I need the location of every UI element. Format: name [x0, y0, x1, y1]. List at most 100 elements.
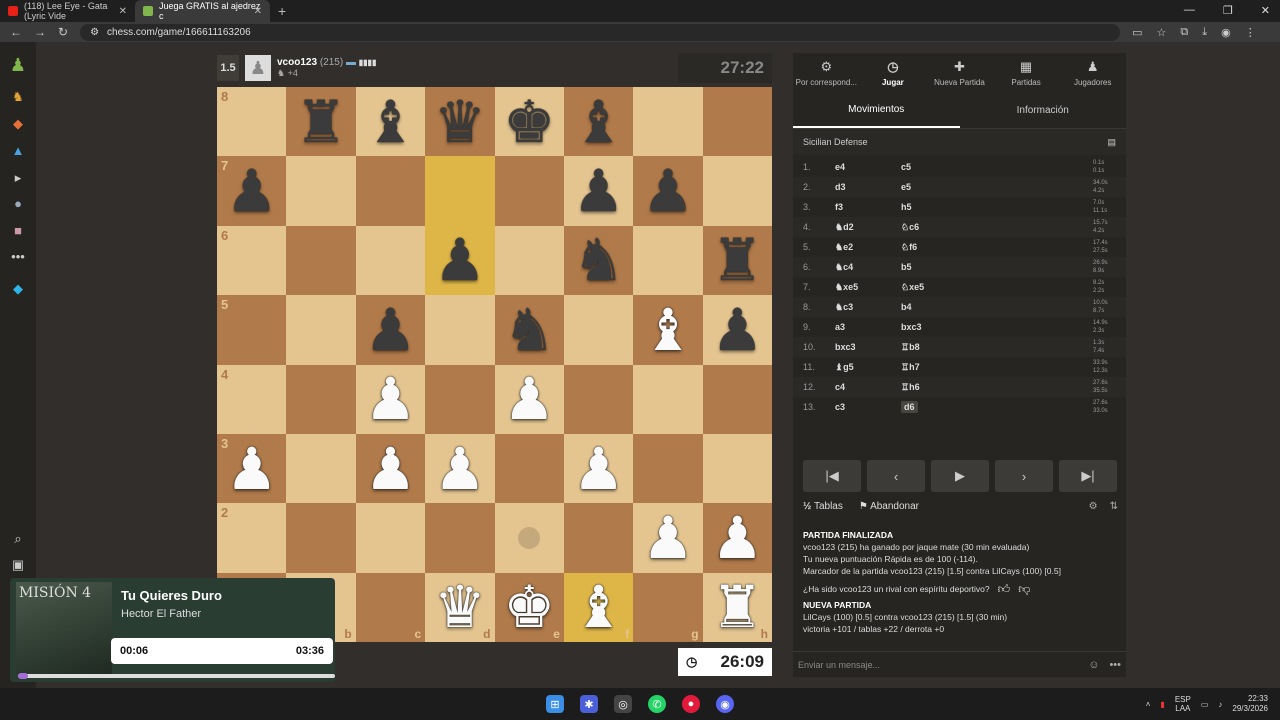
browser-tab-chess[interactable]: Juega GRATIS al ajedrez c ✕: [135, 0, 270, 22]
square-f2[interactable]: [563, 503, 634, 573]
square-g2[interactable]: ♟: [633, 503, 703, 573]
square-e2[interactable]: [494, 503, 564, 573]
black-move[interactable]: ♘f6: [901, 242, 981, 253]
close-tab-icon[interactable]: ✕: [119, 6, 127, 17]
black-move[interactable]: bxc3: [901, 322, 981, 332]
white-move[interactable]: ♞e2: [835, 242, 901, 253]
square-e1[interactable]: e ♚: [494, 572, 564, 642]
black-pawn-icon[interactable]: ♟: [711, 301, 763, 359]
thumbs-down-icon[interactable]: 👎︎: [1018, 583, 1030, 595]
windows-start-icon[interactable]: ⊞: [546, 695, 564, 713]
first-move-button[interactable]: |◀: [803, 460, 861, 492]
square-c7[interactable]: [355, 156, 426, 226]
square-h2[interactable]: ♟: [702, 503, 772, 573]
white-move[interactable]: c3: [835, 402, 901, 412]
square-b5[interactable]: [286, 295, 356, 365]
square-c3[interactable]: ♟: [355, 433, 426, 504]
square-d5[interactable]: [425, 295, 495, 365]
media-progress-track[interactable]: [18, 674, 335, 678]
black-rook-icon[interactable]: ♜: [295, 93, 347, 151]
clock[interactable]: 22:33 29/3/2026: [1232, 694, 1268, 714]
square-a8[interactable]: 8: [217, 87, 287, 157]
square-f5[interactable]: [563, 295, 634, 365]
square-e5[interactable]: ♞: [494, 295, 564, 365]
black-pawn-icon[interactable]: ♟: [573, 162, 625, 220]
puzzles-icon[interactable]: ♞: [9, 88, 27, 106]
white-move[interactable]: ♞c3: [835, 302, 901, 313]
play-button[interactable]: ▶: [931, 460, 989, 492]
square-e7[interactable]: [494, 156, 564, 226]
square-h5[interactable]: ♟: [702, 295, 772, 365]
extensions-icon[interactable]: ⧉: [1180, 26, 1188, 39]
book-icon[interactable]: ▤: [1107, 137, 1116, 148]
square-h1[interactable]: h ♜: [702, 572, 772, 642]
square-d7[interactable]: [425, 156, 495, 226]
square-f7[interactable]: ♟: [563, 156, 634, 226]
white-pawn-icon[interactable]: ♟: [364, 370, 416, 428]
close-window-icon[interactable]: ✕: [1261, 4, 1270, 17]
square-c8[interactable]: ♝: [355, 87, 426, 157]
square-e3[interactable]: [494, 433, 564, 504]
square-h4[interactable]: [702, 364, 772, 434]
square-f4[interactable]: [563, 364, 634, 434]
lessons-icon[interactable]: ▲: [9, 142, 27, 160]
nav-tab-2[interactable]: ✚ Nueva Partida: [926, 53, 993, 93]
discord-icon[interactable]: ◉: [716, 695, 734, 713]
tab-informacion[interactable]: Información: [960, 93, 1127, 128]
url-field[interactable]: ⚙ chess.com/game/166611163206: [80, 23, 1121, 41]
white-move[interactable]: bxc3: [835, 342, 901, 352]
square-a3[interactable]: 3 ♟: [217, 433, 287, 504]
square-b2[interactable]: [286, 503, 356, 573]
white-pawn-icon[interactable]: ♟: [434, 440, 486, 498]
square-a2[interactable]: 2: [217, 503, 287, 573]
square-f6[interactable]: ♞: [563, 225, 634, 296]
black-move[interactable]: b5: [901, 262, 981, 272]
black-bishop-icon[interactable]: ♝: [573, 93, 625, 151]
chessboard[interactable]: 8♜♝♛♚♝7♟♟♟6♟♞♜5♟♞♝♟4♟♟3♟♟♟♟2♟♟1abcd♛e♚f♝…: [217, 87, 772, 642]
black-move[interactable]: ♖h7: [901, 362, 981, 373]
black-move[interactable]: h5: [901, 202, 981, 212]
square-h6[interactable]: ♜: [702, 225, 772, 296]
square-g6[interactable]: [633, 225, 703, 296]
white-queen-icon[interactable]: ♛: [434, 578, 486, 636]
cast-icon[interactable]: ▭: [1132, 26, 1142, 39]
square-h8[interactable]: [702, 87, 772, 157]
black-bishop-icon[interactable]: ♝: [364, 93, 416, 151]
maximize-icon[interactable]: ❐: [1223, 4, 1233, 17]
square-g7[interactable]: ♟: [633, 156, 703, 226]
black-pawn-icon[interactable]: ♟: [434, 231, 486, 289]
premium-diamond-icon[interactable]: ◆: [9, 280, 27, 298]
profile-icon[interactable]: ◉: [1221, 26, 1231, 39]
chrome-icon[interactable]: ◎: [614, 695, 632, 713]
square-g4[interactable]: [633, 364, 703, 434]
download-icon[interactable]: ⤓: [1202, 26, 1207, 39]
community-icon[interactable]: ■: [9, 222, 27, 240]
forward-icon[interactable]: →: [34, 25, 46, 39]
reload-icon[interactable]: ↻: [58, 25, 68, 39]
black-move[interactable]: ♖h6: [901, 382, 981, 393]
square-b3[interactable]: [286, 433, 356, 504]
white-pawn-icon[interactable]: ♟: [364, 440, 416, 498]
square-a4[interactable]: 4: [217, 364, 287, 434]
square-d4[interactable]: [425, 364, 495, 434]
square-d6[interactable]: ♟: [425, 225, 495, 296]
black-knight-icon[interactable]: ♞: [503, 301, 555, 359]
nav-tab-3[interactable]: ▦ Partidas: [993, 53, 1060, 93]
white-king-icon[interactable]: ♚: [503, 578, 555, 636]
opening-name[interactable]: Sicilian Defense: [803, 137, 868, 147]
square-e4[interactable]: ♟: [494, 364, 564, 434]
square-a6[interactable]: 6: [217, 225, 287, 296]
black-move[interactable]: c5: [901, 162, 981, 172]
search-icon[interactable]: ⌕: [9, 530, 27, 548]
white-move[interactable]: e4: [835, 162, 901, 172]
white-rook-icon[interactable]: ♜: [711, 578, 763, 636]
move-hint-dot[interactable]: [518, 526, 541, 549]
tab-movimientos[interactable]: Movimientos: [793, 93, 960, 128]
black-pawn-icon[interactable]: ♟: [642, 162, 694, 220]
white-pawn-icon[interactable]: ♟: [573, 440, 625, 498]
user-avatar-icon[interactable]: ▣: [9, 556, 27, 574]
black-king-icon[interactable]: ♚: [503, 93, 555, 151]
draw-button[interactable]: ½ Tablas: [803, 501, 843, 512]
square-c5[interactable]: ♟: [355, 295, 426, 365]
white-move[interactable]: f3: [835, 202, 901, 212]
